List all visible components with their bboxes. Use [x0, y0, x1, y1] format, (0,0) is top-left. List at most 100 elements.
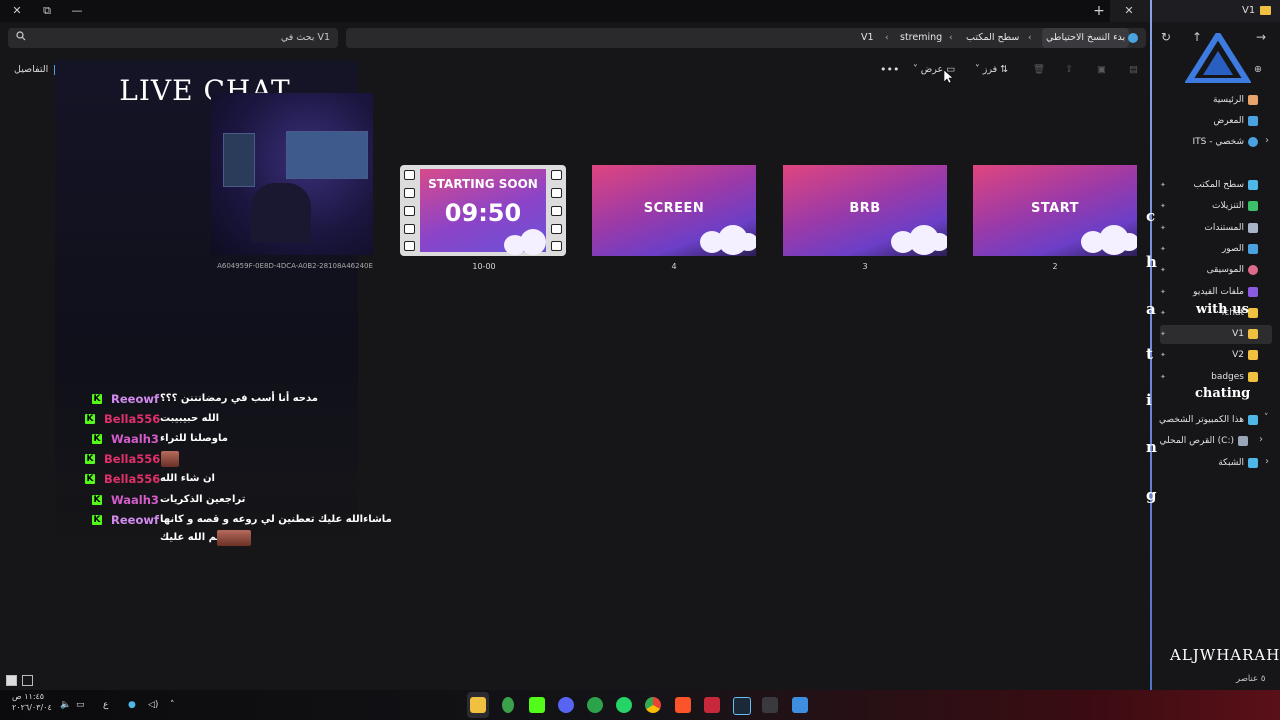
sidebar-item-videos[interactable]: ملفات الفيديو	[1193, 283, 1258, 301]
pin-icon[interactable]: ✦	[1160, 224, 1168, 232]
thumbnail-label: SCREEN	[643, 201, 705, 216]
chevron-right-icon[interactable]: ›	[1265, 456, 1269, 467]
file-thumbnail-start[interactable]: START	[973, 165, 1137, 256]
sidebar-item-badges[interactable]: badges	[1211, 368, 1258, 386]
file-thumbnail-brb[interactable]: BRB	[783, 165, 947, 256]
minimize-window-button[interactable]: —	[64, 2, 90, 20]
close-tab-button[interactable]: ✕	[1116, 2, 1142, 20]
sidebar-item-documents[interactable]: المستندات	[1204, 219, 1258, 237]
person-silhouette	[251, 183, 311, 243]
chevron-down-icon[interactable]: ˅	[1264, 413, 1269, 423]
chevron-up-icon[interactable]: ˄	[170, 697, 175, 713]
pin-icon[interactable]: ✦	[1160, 309, 1168, 317]
pin-icon[interactable]: ✦	[1160, 266, 1168, 274]
pc-icon	[1248, 414, 1258, 425]
pin-icon[interactable]: ✦	[1160, 202, 1168, 210]
chat-username: Waalh3	[111, 432, 159, 446]
pin-icon[interactable]: ✦	[1160, 245, 1168, 253]
new-tab-button[interactable]: +	[1086, 2, 1112, 20]
microphone-icon[interactable]: ●	[128, 697, 136, 713]
sidebar-item-network[interactable]: الشبكة	[1218, 454, 1258, 472]
mouse-cursor-icon	[944, 70, 953, 84]
sidebar-item-pictures[interactable]: الصور	[1222, 240, 1258, 258]
chat-text: مدحه أنا أسب في رمضانننن ؟؟؟	[160, 393, 318, 404]
chrome-icon[interactable]	[645, 697, 661, 713]
refresh-icon[interactable]: ↻	[1155, 26, 1177, 48]
pin-icon[interactable]: ✦	[1160, 288, 1168, 296]
sidebar-item-home[interactable]: الرئيسية	[1213, 91, 1258, 109]
close-window-button[interactable]: ✕	[4, 2, 30, 20]
folder-icon	[1248, 307, 1258, 318]
grid-view-icon[interactable]	[22, 675, 33, 686]
breadcrumb-desktop[interactable]: سطح المكتب	[966, 28, 1019, 48]
whatsapp-icon[interactable]	[616, 697, 632, 713]
new-item-icon[interactable]: ⊕	[1254, 61, 1262, 79]
search-icon	[16, 31, 26, 41]
pin-icon[interactable]: ✦	[1160, 373, 1168, 381]
breadcrumb-streming[interactable]: streming	[900, 28, 942, 48]
more-options-button[interactable]: •••	[880, 61, 899, 79]
pin-icon[interactable]: ✦	[1160, 351, 1168, 359]
chat-text: ماشاءالله عليك تعطنين لي روعه و قصه و كا…	[160, 514, 392, 525]
chevron-right-icon[interactable]: ›	[1265, 135, 1269, 146]
pin-icon[interactable]: ✦	[1160, 181, 1168, 189]
app-green-icon[interactable]	[502, 697, 514, 713]
sidebar-item-v1[interactable]: V1	[1232, 325, 1258, 343]
chevron-right-icon[interactable]: ›	[1259, 434, 1263, 445]
desktop-icon	[1248, 179, 1258, 190]
overlay-letter: t	[1146, 345, 1153, 363]
unity-icon[interactable]	[762, 697, 778, 713]
windows-start-icon[interactable]	[792, 697, 808, 713]
back-arrow-icon[interactable]: →	[1250, 26, 1272, 48]
paste-icon[interactable]: ▤	[1129, 61, 1138, 79]
file-caption: A604959F-0E8D-4DCA-A0B2-28108A46240E	[217, 262, 373, 270]
clock-date[interactable]: ٢٠٢٦/٠٣/٠٤	[12, 703, 52, 719]
active-tab[interactable]: V1	[1152, 0, 1280, 22]
brave-icon[interactable]	[675, 697, 691, 713]
xbox-icon[interactable]	[587, 697, 603, 713]
rename-icon[interactable]: ▣	[1097, 61, 1106, 79]
language-indicator[interactable]: ع	[103, 697, 108, 713]
list-view-icon[interactable]	[6, 675, 17, 686]
overlay-letter: g	[1146, 486, 1157, 504]
speaker-icon[interactable]: 🔈	[60, 697, 71, 713]
delete-icon[interactable]: 🗑	[1033, 61, 1045, 79]
breadcrumb-v1[interactable]: V1	[861, 28, 874, 48]
file-thumbnail-starting-soon[interactable]: STARTING SOON 09:50	[400, 165, 566, 256]
kick-badge-icon: K	[92, 434, 102, 444]
file-explorer-icon[interactable]	[470, 697, 486, 713]
share-icon[interactable]: ⇪	[1065, 61, 1073, 79]
file-thumbnail-setup-photo[interactable]	[211, 93, 373, 255]
network-tray-icon[interactable]: ▭	[76, 697, 85, 713]
file-caption: 3	[862, 262, 868, 271]
taskbar	[0, 690, 1280, 720]
pin-icon[interactable]: ✦	[1160, 330, 1168, 338]
file-thumbnail-screen[interactable]: SCREEN	[592, 165, 756, 256]
sidebar-item-desktop[interactable]: سطح المكتب	[1193, 176, 1258, 194]
countdown-time: 09:50	[444, 199, 522, 227]
sidebar-item-local-disk[interactable]: القرص المحلي (C:)	[1160, 432, 1248, 450]
details-label: التفاصيل	[14, 64, 49, 75]
chevron-icon: ‹	[885, 33, 889, 43]
address-bar[interactable]	[346, 28, 1146, 48]
sidebar-item-v2[interactable]: V2	[1232, 346, 1258, 364]
backup-button[interactable]: بدء النسخ الاحتياطي	[1042, 28, 1130, 48]
volume-icon[interactable]: ◁)	[148, 697, 158, 713]
sidebar-item-gallery[interactable]: المعرض	[1213, 112, 1258, 130]
sidebar-item-onedrive[interactable]: ITS - شخصي	[1192, 133, 1258, 151]
app-red-icon[interactable]	[704, 697, 720, 713]
sort-button[interactable]: ˅ فرز ⇅	[975, 61, 1008, 79]
discord-icon[interactable]	[558, 697, 574, 713]
cloud-icon	[1128, 33, 1138, 43]
sidebar-item-downloads[interactable]: التنزيلات	[1212, 197, 1258, 215]
overlay-letter: n	[1146, 438, 1157, 456]
folder-icon	[1248, 371, 1258, 382]
kick-app-icon[interactable]	[529, 697, 545, 713]
video-icon	[1248, 286, 1258, 297]
emote-image	[161, 451, 179, 467]
restore-window-button[interactable]: ⧉	[34, 2, 60, 20]
sidebar-item-this-pc[interactable]: هذا الكمبيوتر الشخصي	[1159, 411, 1258, 429]
search-box[interactable]: بحث في V1	[8, 28, 338, 48]
steam-icon[interactable]	[733, 697, 751, 715]
sidebar-item-music[interactable]: الموسيقى	[1207, 261, 1258, 279]
